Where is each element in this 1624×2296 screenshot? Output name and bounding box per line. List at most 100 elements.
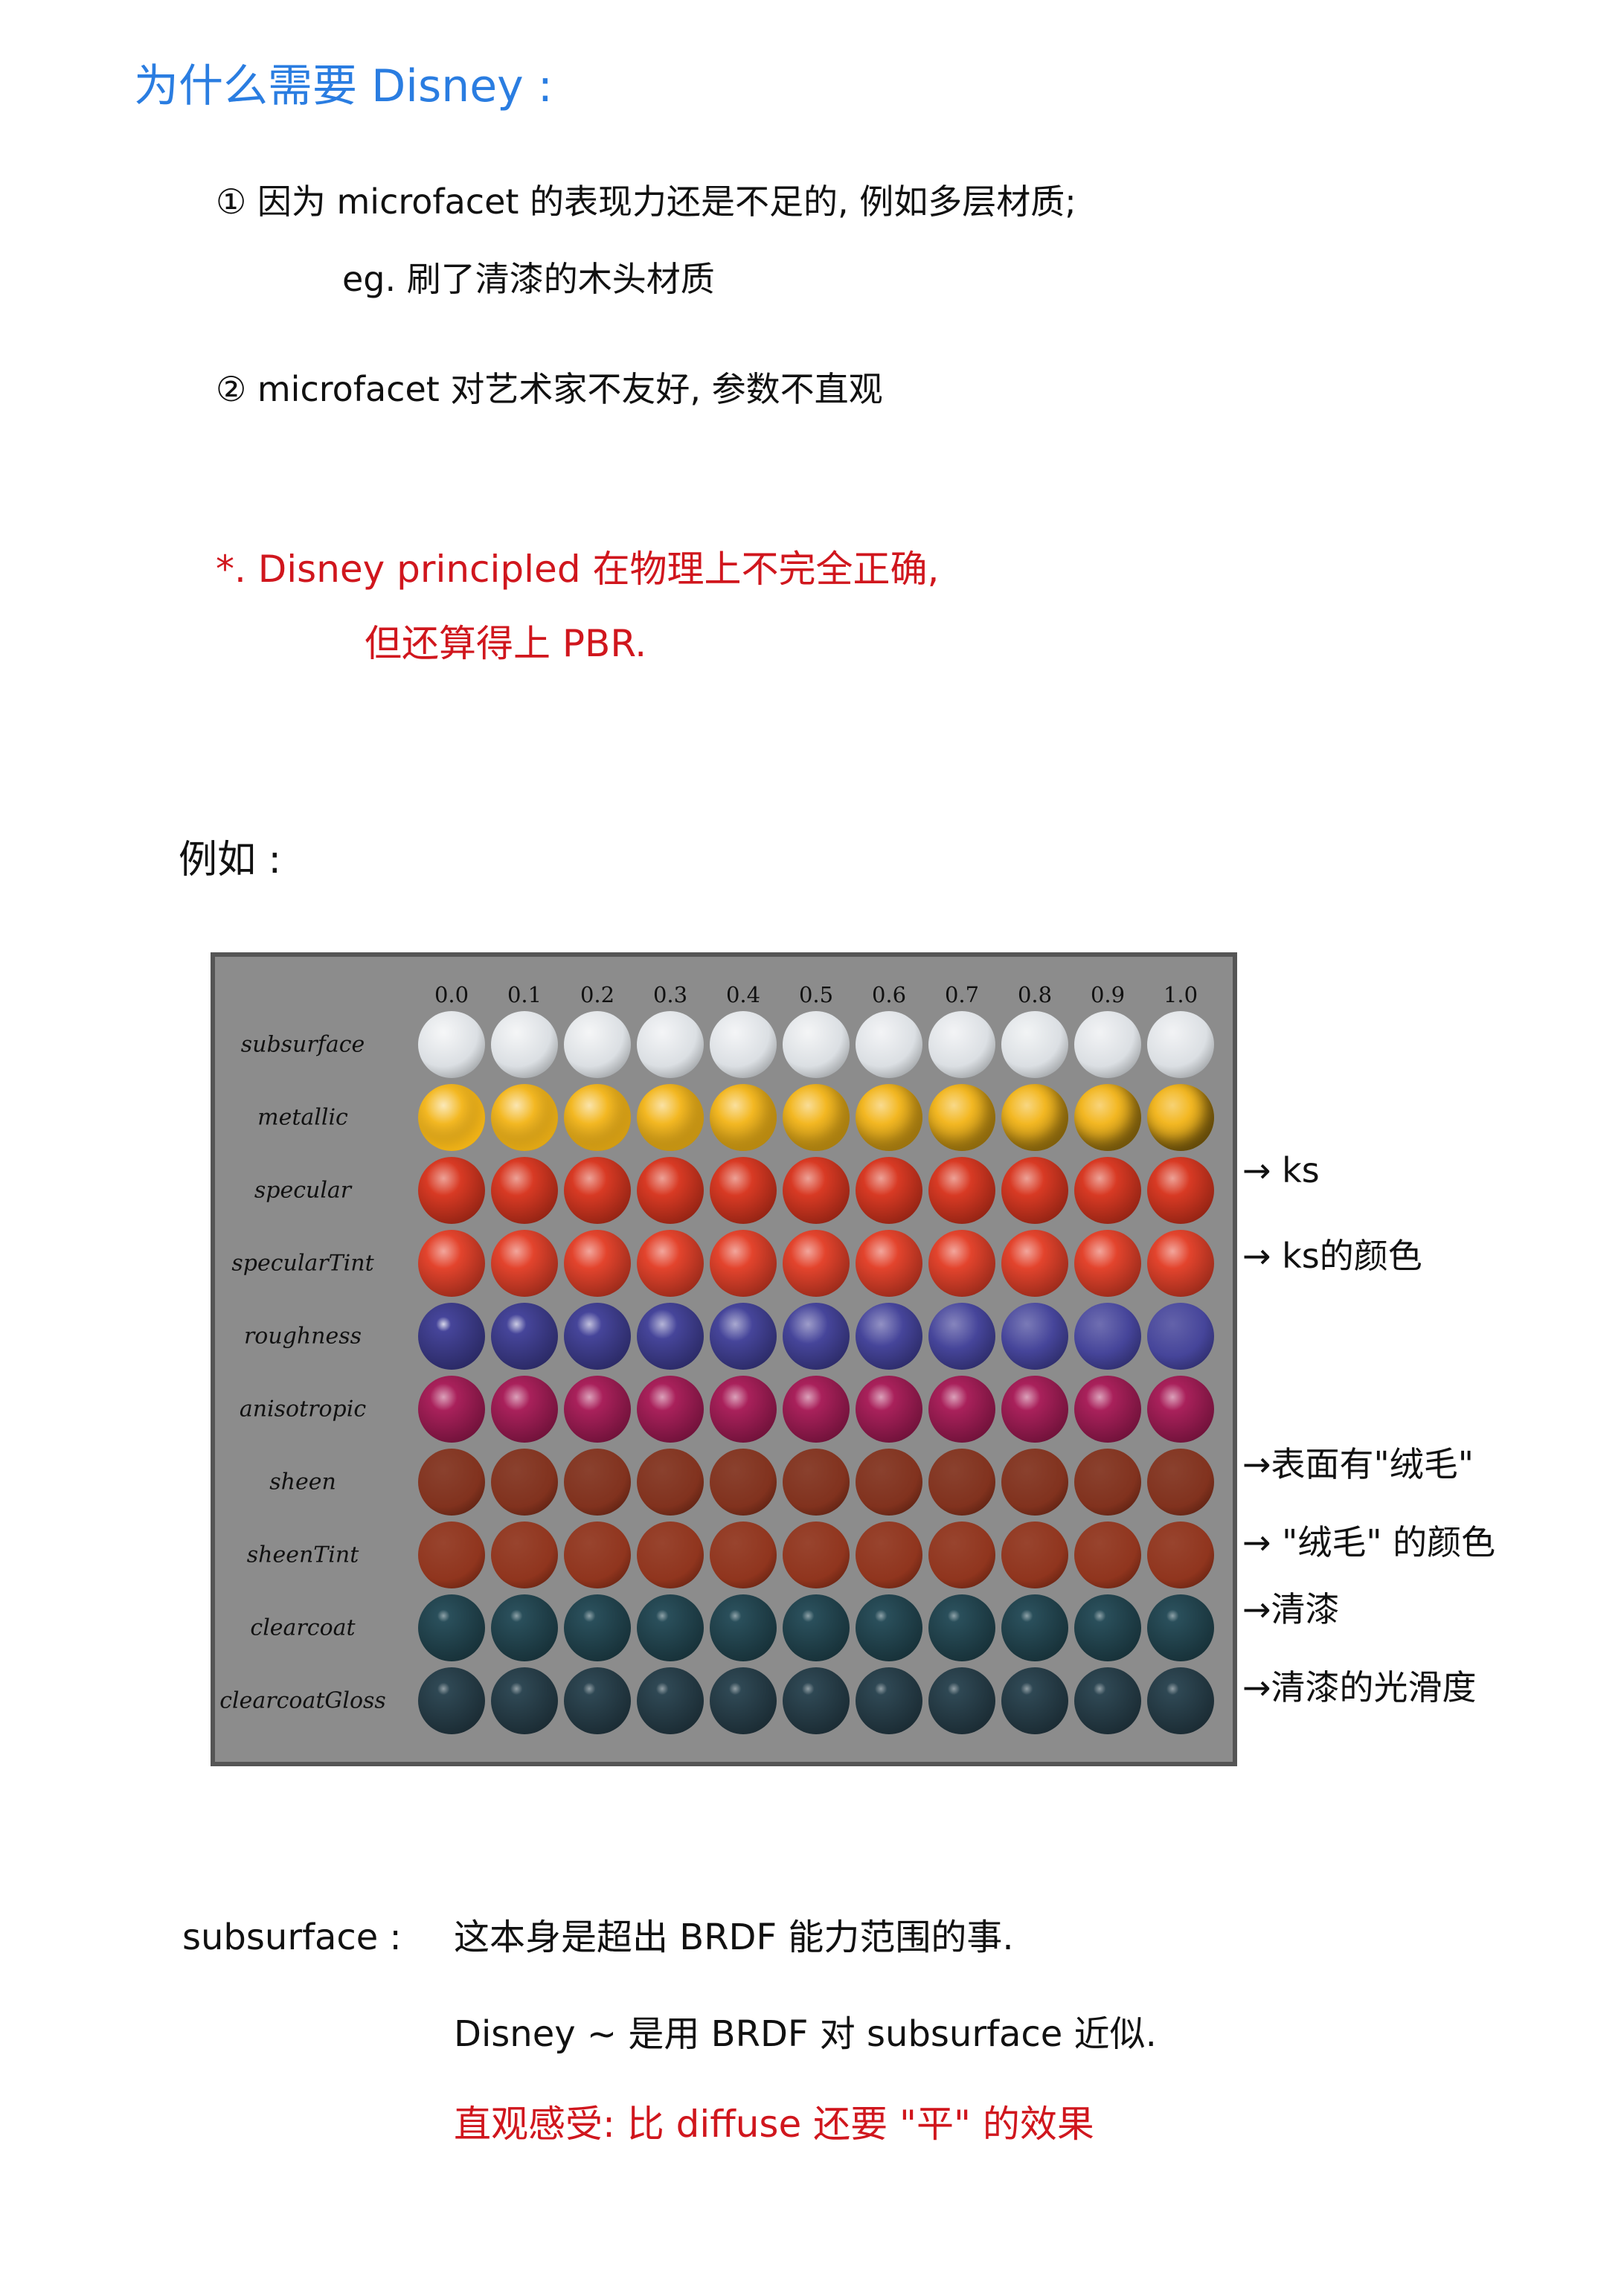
material-sphere bbox=[637, 1376, 704, 1443]
row-label: clearcoat bbox=[250, 1614, 356, 1641]
material-sphere bbox=[856, 1011, 922, 1078]
annotation-specular-tint: → ks的颜色 bbox=[1242, 1236, 1422, 1276]
material-sphere bbox=[1147, 1376, 1214, 1443]
column-label: 0.3 bbox=[652, 982, 688, 1007]
material-sphere bbox=[856, 1084, 922, 1151]
material-sphere bbox=[1001, 1230, 1068, 1297]
material-sphere bbox=[1001, 1594, 1068, 1661]
material-sphere bbox=[564, 1303, 631, 1370]
material-sphere bbox=[928, 1303, 995, 1370]
material-sphere bbox=[637, 1594, 704, 1661]
column-label: 0.4 bbox=[725, 982, 761, 1007]
material-sphere bbox=[928, 1449, 995, 1516]
material-sphere bbox=[491, 1084, 558, 1151]
material-sphere bbox=[928, 1667, 995, 1734]
row-label: specular bbox=[254, 1177, 352, 1204]
material-sphere bbox=[491, 1230, 558, 1297]
material-sphere bbox=[564, 1157, 631, 1224]
row-label: roughness bbox=[243, 1323, 362, 1350]
material-sphere bbox=[1147, 1303, 1214, 1370]
material-sphere bbox=[710, 1011, 777, 1078]
material-sphere bbox=[564, 1667, 631, 1734]
material-sphere bbox=[637, 1449, 704, 1516]
material-sphere bbox=[928, 1084, 995, 1151]
material-sphere bbox=[418, 1449, 485, 1516]
row-label: anisotropic bbox=[239, 1396, 367, 1423]
disney-brdf-parameter-figure: 0.0 0.1 0.2 0.3 0.4 0.5 0.6 0.7 0.8 0.9 1.0 subsur… bbox=[211, 952, 1237, 1766]
material-sphere bbox=[1074, 1376, 1141, 1443]
material-sphere bbox=[1001, 1011, 1068, 1078]
material-sphere bbox=[491, 1594, 558, 1661]
material-sphere bbox=[564, 1594, 631, 1661]
note-star-line1: *. Disney principled 在物理上不完全正确, bbox=[216, 548, 940, 591]
material-sphere bbox=[637, 1157, 704, 1224]
material-sphere bbox=[856, 1667, 922, 1734]
material-sphere bbox=[1147, 1449, 1214, 1516]
material-sphere bbox=[856, 1376, 922, 1443]
material-sphere bbox=[928, 1594, 995, 1661]
material-sphere bbox=[1001, 1376, 1068, 1443]
material-sphere bbox=[928, 1011, 995, 1078]
material-sphere bbox=[1147, 1230, 1214, 1297]
material-sphere bbox=[637, 1303, 704, 1370]
row-label: clearcoatGloss bbox=[219, 1687, 386, 1714]
material-sphere bbox=[783, 1011, 850, 1078]
material-sphere bbox=[491, 1376, 558, 1443]
material-sphere bbox=[928, 1230, 995, 1297]
material-sphere bbox=[564, 1011, 631, 1078]
material-sphere bbox=[564, 1449, 631, 1516]
material-sphere bbox=[856, 1449, 922, 1516]
annotation-sheen-tint: → "绒毛" 的颜色 bbox=[1242, 1522, 1496, 1562]
column-label: 0.0 bbox=[434, 982, 469, 1007]
material-sphere bbox=[418, 1230, 485, 1297]
material-sphere bbox=[418, 1303, 485, 1370]
material-sphere bbox=[1074, 1594, 1141, 1661]
material-sphere bbox=[1074, 1667, 1141, 1734]
example-label: 例如 : bbox=[179, 838, 282, 882]
material-sphere bbox=[1074, 1230, 1141, 1297]
column-label: 0.6 bbox=[871, 982, 907, 1007]
material-sphere bbox=[491, 1521, 558, 1588]
material-sphere bbox=[1147, 1157, 1214, 1224]
material-sphere bbox=[783, 1230, 850, 1297]
material-sphere bbox=[856, 1521, 922, 1588]
material-sphere bbox=[783, 1521, 850, 1588]
material-sphere bbox=[783, 1667, 850, 1734]
material-sphere bbox=[491, 1303, 558, 1370]
material-sphere bbox=[710, 1084, 777, 1151]
material-sphere bbox=[418, 1157, 485, 1224]
column-label: 0.8 bbox=[1017, 982, 1053, 1007]
note-star-line2: 但还算得上 PBR. bbox=[365, 622, 647, 665]
material-sphere bbox=[564, 1376, 631, 1443]
annotation-clearcoat: →清漆 bbox=[1242, 1589, 1340, 1629]
material-sphere bbox=[1001, 1303, 1068, 1370]
material-sphere bbox=[1001, 1157, 1068, 1224]
annotation-clearcoat-gloss: →清漆的光滑度 bbox=[1242, 1667, 1477, 1707]
material-sphere bbox=[1001, 1084, 1068, 1151]
material-sphere bbox=[564, 1521, 631, 1588]
column-label: 0.9 bbox=[1090, 982, 1126, 1007]
material-sphere bbox=[1074, 1157, 1141, 1224]
material-sphere bbox=[856, 1230, 922, 1297]
row-label: metallic bbox=[257, 1104, 348, 1131]
material-sphere bbox=[1074, 1303, 1141, 1370]
column-label: 0.5 bbox=[798, 982, 834, 1007]
column-label: 0.7 bbox=[944, 982, 980, 1007]
annotation-sheen: →表面有"绒毛" bbox=[1242, 1444, 1474, 1484]
bottom-line3: 直观感受: 比 diffuse 还要 "平" 的效果 bbox=[454, 2103, 1094, 2146]
material-sphere bbox=[856, 1157, 922, 1224]
material-sphere bbox=[418, 1521, 485, 1588]
material-sphere bbox=[637, 1667, 704, 1734]
material-sphere bbox=[710, 1303, 777, 1370]
material-sphere bbox=[710, 1449, 777, 1516]
bottom-line1: 这本身是超出 BRDF 能力范围的事. bbox=[454, 1917, 1014, 1958]
note-item1-line2: eg. 刷了清漆的木头材质 bbox=[342, 259, 715, 299]
column-label: 0.2 bbox=[580, 982, 615, 1007]
material-sphere bbox=[1074, 1449, 1141, 1516]
row-label: sheen bbox=[269, 1469, 336, 1495]
material-sphere bbox=[491, 1667, 558, 1734]
material-sphere bbox=[856, 1303, 922, 1370]
material-sphere bbox=[1147, 1667, 1214, 1734]
material-sphere bbox=[928, 1157, 995, 1224]
material-sphere bbox=[1147, 1521, 1214, 1588]
